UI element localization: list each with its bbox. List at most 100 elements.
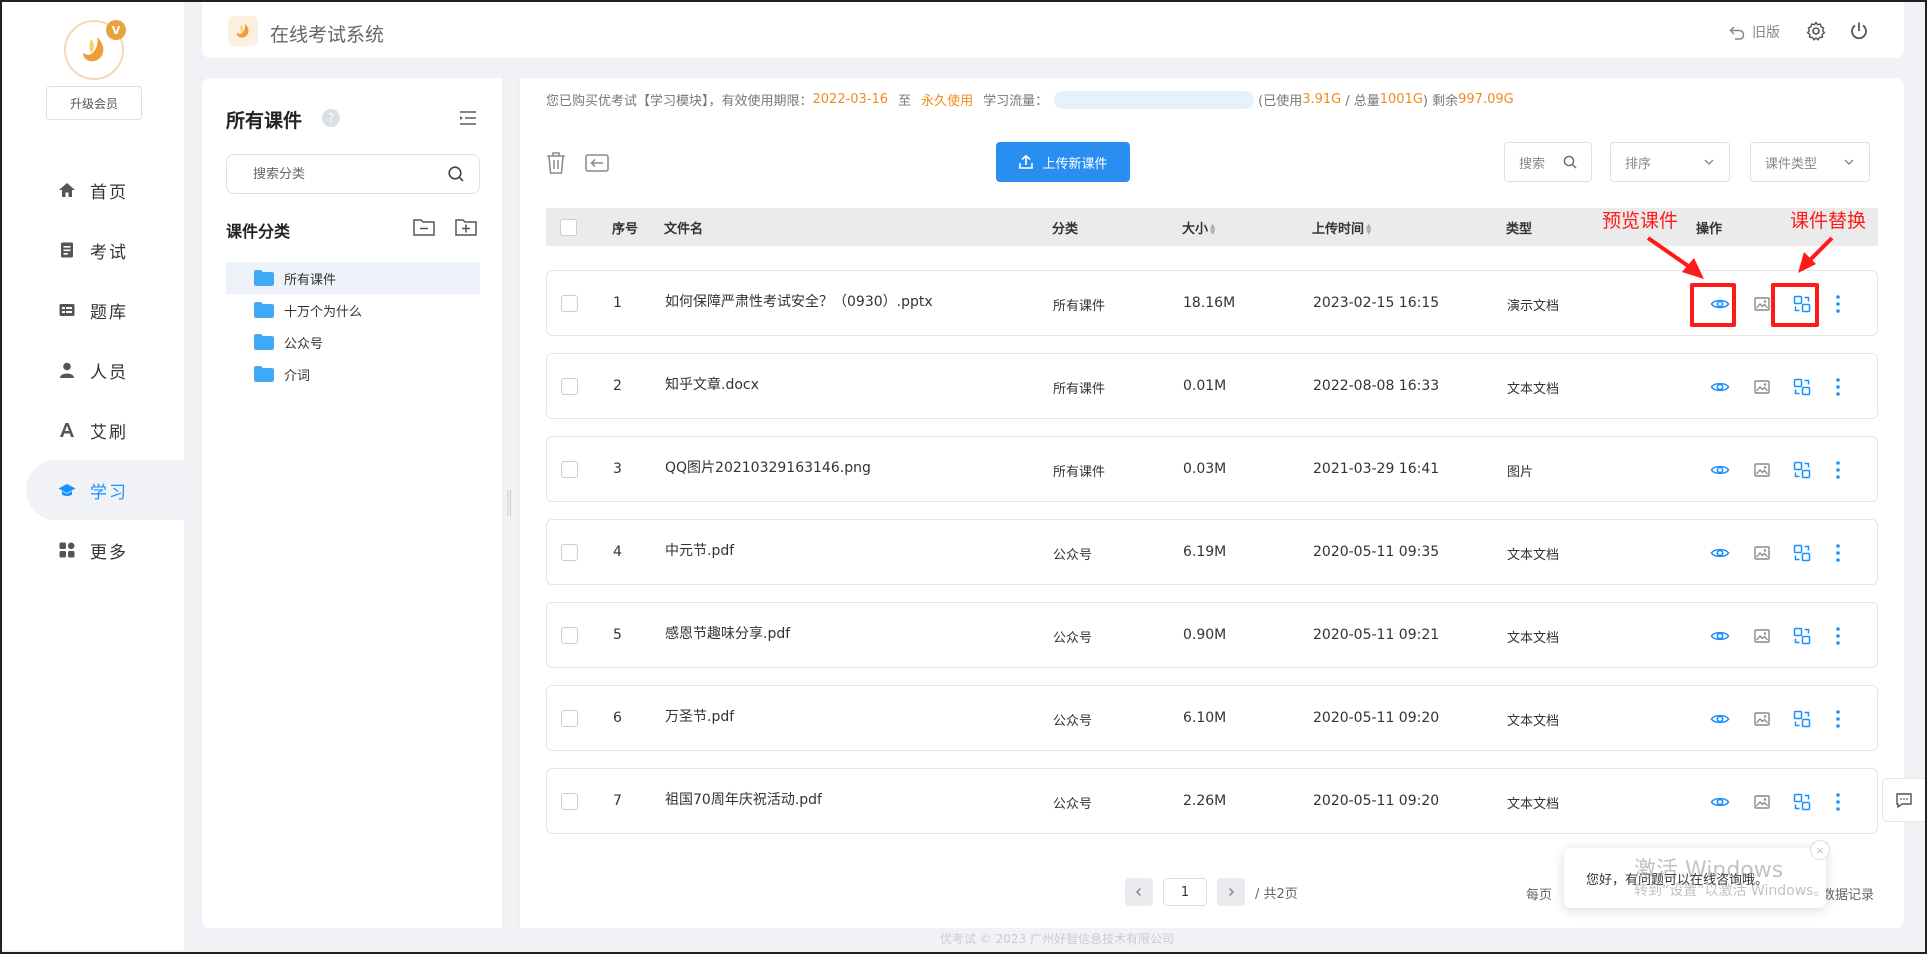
category-subtitle: 课件分类 xyxy=(226,222,291,241)
replace-courseware-icon[interactable] xyxy=(1791,625,1813,647)
courseware-type-select[interactable]: 课件类型 xyxy=(1750,142,1870,182)
row-index: 5 xyxy=(613,627,622,643)
folder-collapse-icon[interactable] xyxy=(412,216,436,238)
folder-add-icon[interactable] xyxy=(454,216,478,238)
more-vertical-icon[interactable] xyxy=(1827,791,1849,813)
left-sidebar: V 升级会员 首页 考试 题库 人员 艾刷 学习 更多 xyxy=(2,2,184,950)
row-filename[interactable]: 中元节.pdf xyxy=(665,540,734,560)
table-header: 序号 文件名 分类 大小 ▲ ▼ 上传时间 ▲ ▼ 类型 操作 xyxy=(546,208,1878,246)
row-checkbox[interactable] xyxy=(561,793,578,810)
preview-eye-icon[interactable] xyxy=(1709,791,1731,813)
upgrade-member-button[interactable]: 升级会员 xyxy=(46,86,142,120)
next-page-button[interactable] xyxy=(1217,878,1245,906)
row-checkbox[interactable] xyxy=(561,544,578,561)
row-filename[interactable]: 祖国70周年庆祝活动.pdf xyxy=(665,789,822,809)
row-filename[interactable]: 知乎文章.docx xyxy=(665,374,759,394)
row-size: 18.16M xyxy=(1183,295,1236,311)
row-index: 6 xyxy=(613,710,622,726)
nav-item-home[interactable]: 首页 xyxy=(2,160,184,220)
row-size: 6.19M xyxy=(1183,544,1227,560)
tree-item-preposition[interactable]: 介词 xyxy=(226,358,480,390)
nav-item-people[interactable]: 人员 xyxy=(2,340,184,400)
data-record-link[interactable]: 数据记录 xyxy=(1822,884,1874,903)
row-category: 公众号 xyxy=(1053,714,1093,729)
page-number-input[interactable]: 1 xyxy=(1163,878,1207,906)
preview-eye-icon[interactable] xyxy=(1709,708,1731,730)
prev-page-button[interactable] xyxy=(1125,878,1153,906)
more-vertical-icon[interactable] xyxy=(1827,459,1849,481)
nav-item-study[interactable]: 学习 xyxy=(26,460,184,520)
image-icon[interactable] xyxy=(1751,293,1773,315)
replace-courseware-icon[interactable] xyxy=(1791,791,1813,813)
tree-item-official-account[interactable]: 公众号 xyxy=(226,326,480,358)
nav-item-label: 学习 xyxy=(90,482,128,503)
tree-item-why[interactable]: 十万个为什么 xyxy=(226,294,480,326)
table-row[interactable]: 6 万圣节.pdf 公众号 6.10M 2020-05-11 09:20 文本文档 xyxy=(546,685,1878,751)
nav-item-exam[interactable]: 考试 xyxy=(2,220,184,280)
table-row[interactable]: 1 如何保障严肃性考试安全？（0930）.pptx 所有课件 18.16M 2023-0… xyxy=(546,270,1878,336)
row-upload-time: 2021-03-29 16:41 xyxy=(1313,461,1440,477)
nav-item-more[interactable]: 更多 xyxy=(2,520,184,580)
row-category: 公众号 xyxy=(1053,797,1093,812)
folder-icon xyxy=(254,302,274,318)
replace-courseware-icon[interactable] xyxy=(1791,459,1813,481)
replace-courseware-icon[interactable] xyxy=(1791,708,1813,730)
more-vertical-icon[interactable] xyxy=(1827,625,1849,647)
row-checkbox[interactable] xyxy=(561,295,578,312)
row-filename[interactable]: 如何保障严肃性考试安全？（0930）.pptx xyxy=(665,291,933,311)
settings-gear-icon[interactable] xyxy=(1805,20,1827,42)
header-size[interactable]: 大小 ▲ ▼ xyxy=(1182,218,1215,237)
select-all-checkbox[interactable] xyxy=(560,218,577,236)
row-checkbox[interactable] xyxy=(561,627,578,644)
nav-item-question-bank[interactable]: 题库 xyxy=(2,280,184,340)
row-checkbox[interactable] xyxy=(561,378,578,395)
search-icon[interactable] xyxy=(447,165,465,183)
table-row[interactable]: 2 知乎文章.docx 所有课件 0.01M 2022-08-08 16:33 文本文档 xyxy=(546,353,1878,419)
image-icon[interactable] xyxy=(1751,376,1773,398)
preview-eye-icon[interactable] xyxy=(1709,376,1731,398)
help-icon[interactable]: ? xyxy=(322,109,340,127)
table-row[interactable]: 5 感恩节趣味分享.pdf 公众号 0.90M 2020-05-11 09:21 文本文档 xyxy=(546,602,1878,668)
image-icon[interactable] xyxy=(1751,708,1773,730)
collapse-menu-icon[interactable] xyxy=(456,106,480,130)
row-type: 文本文档 xyxy=(1507,548,1560,563)
more-vertical-icon[interactable] xyxy=(1827,708,1849,730)
replace-courseware-icon[interactable] xyxy=(1791,542,1813,564)
category-search-input[interactable] xyxy=(253,166,433,182)
chat-tab-button[interactable] xyxy=(1882,778,1926,822)
table-row[interactable]: 4 中元节.pdf 公众号 6.19M 2020-05-11 09:35 文本文档 xyxy=(546,519,1878,585)
tree-item-all[interactable]: 所有课件 xyxy=(226,262,480,294)
row-index: 7 xyxy=(613,793,622,809)
search-filter[interactable]: 搜索 xyxy=(1504,142,1592,182)
row-checkbox[interactable] xyxy=(561,461,578,478)
trash-icon[interactable] xyxy=(544,150,570,176)
resize-handle[interactable] xyxy=(506,490,512,516)
more-vertical-icon[interactable] xyxy=(1827,376,1849,398)
preview-eye-icon[interactable] xyxy=(1709,542,1731,564)
row-size: 2.26M xyxy=(1183,793,1227,809)
more-vertical-icon[interactable] xyxy=(1827,293,1849,315)
row-filename[interactable]: QQ图片20210329163146.png xyxy=(665,457,871,477)
nav-item-aishua[interactable]: 艾刷 xyxy=(2,400,184,460)
image-icon[interactable] xyxy=(1751,459,1773,481)
header-upload-time-label: 上传时间 xyxy=(1312,221,1365,237)
power-icon[interactable] xyxy=(1848,20,1870,42)
move-out-icon[interactable] xyxy=(584,150,610,176)
replace-courseware-icon[interactable] xyxy=(1791,376,1813,398)
table-row[interactable]: 3 QQ图片20210329163146.png 所有课件 0.03M 2021-03-… xyxy=(546,436,1878,502)
table-row[interactable]: 7 祖国70周年庆祝活动.pdf 公众号 2.26M 2020-05-11 09:20 文… xyxy=(546,768,1878,834)
preview-eye-icon[interactable] xyxy=(1709,459,1731,481)
sort-select[interactable]: 排序 xyxy=(1610,142,1730,182)
image-icon[interactable] xyxy=(1751,542,1773,564)
chat-close-icon[interactable]: × xyxy=(1810,840,1830,860)
old-version-link[interactable]: 旧版 xyxy=(1728,22,1780,42)
image-icon[interactable] xyxy=(1751,625,1773,647)
row-filename[interactable]: 万圣节.pdf xyxy=(665,706,734,726)
header-upload-time[interactable]: 上传时间 ▲ ▼ xyxy=(1312,218,1371,237)
preview-eye-icon[interactable] xyxy=(1709,625,1731,647)
upload-courseware-button[interactable]: 上传新课件 xyxy=(996,142,1130,182)
more-vertical-icon[interactable] xyxy=(1827,542,1849,564)
image-icon[interactable] xyxy=(1751,791,1773,813)
row-filename[interactable]: 感恩节趣味分享.pdf xyxy=(665,623,790,643)
row-checkbox[interactable] xyxy=(561,710,578,727)
